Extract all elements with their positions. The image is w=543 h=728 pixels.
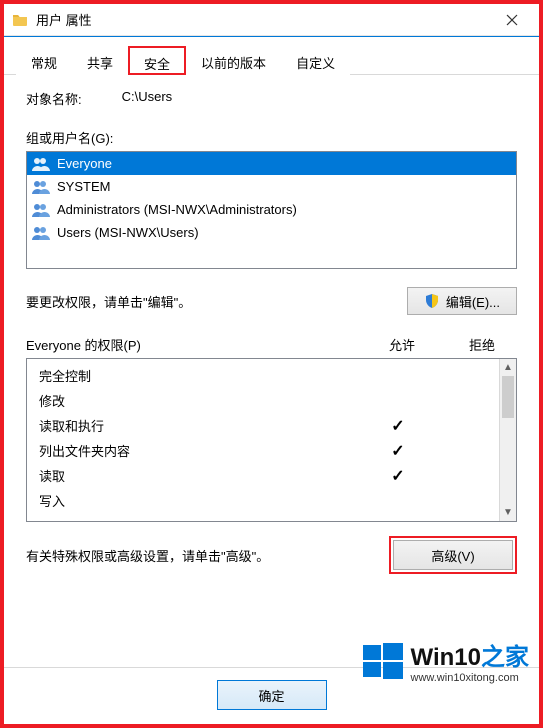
permission-row: 读取和执行 (33, 413, 493, 438)
list-item-text: Administrators (MSI-NWX\Administrators) (57, 202, 297, 217)
group-icon (31, 156, 51, 172)
edit-button[interactable]: 编辑(E)... (407, 287, 517, 315)
permission-name: 完全控制 (33, 366, 353, 385)
ok-button-label: 确定 (258, 686, 284, 705)
list-item-text: Users (MSI-NWX\Users) (57, 225, 199, 240)
permission-row: 读取 (33, 463, 493, 488)
permission-name: 读取 (33, 466, 353, 485)
deny-column-label: 拒绝 (447, 335, 517, 354)
properties-dialog: 用户 属性 常规 共享 安全 以前的版本 自定义 对象名称: C:\Users … (4, 4, 539, 724)
tab-sharing[interactable]: 共享 (72, 46, 128, 75)
scroll-up-button[interactable]: ▲ (500, 359, 516, 376)
permissions-scrollbar[interactable]: ▲ ▼ (499, 359, 516, 521)
advanced-row: 有关特殊权限或高级设置，请单击"高级"。 高级(V) (26, 536, 517, 574)
scroll-down-button[interactable]: ▼ (500, 504, 516, 521)
edit-row: 要更改权限，请单击"编辑"。 编辑(E)... (26, 287, 517, 315)
list-item-text: Everyone (57, 156, 112, 171)
list-item[interactable]: Users (MSI-NWX\Users) (27, 221, 516, 244)
permission-allow (353, 441, 443, 461)
permission-name: 列出文件夹内容 (33, 441, 353, 460)
object-name-label: 对象名称: (26, 89, 82, 108)
tab-content-security: 对象名称: C:\Users 组或用户名(G): Everyone SYSTEM (4, 75, 539, 667)
scroll-thumb[interactable] (502, 376, 514, 418)
title-text: 用户 属性 (36, 10, 489, 29)
tab-general[interactable]: 常规 (16, 46, 72, 75)
permission-name: 读取和执行 (33, 416, 353, 435)
list-item[interactable]: Administrators (MSI-NWX\Administrators) (27, 198, 516, 221)
object-name-value: C:\Users (122, 89, 173, 108)
ok-button[interactable]: 确定 (217, 680, 327, 710)
titlebar: 用户 属性 (4, 4, 539, 36)
permission-allow (353, 416, 443, 436)
permission-row: 完全控制 (33, 363, 493, 388)
list-item[interactable]: SYSTEM (27, 175, 516, 198)
advanced-hint: 有关特殊权限或高级设置，请单击"高级"。 (26, 546, 269, 565)
permissions-header: Everyone 的权限(P) 允许 拒绝 (26, 335, 517, 354)
permissions-title: Everyone 的权限(P) (26, 335, 357, 354)
permission-name: 修改 (33, 391, 353, 410)
shield-icon (424, 293, 440, 309)
edit-hint: 要更改权限，请单击"编辑"。 (26, 292, 191, 311)
list-item[interactable]: Everyone (27, 152, 516, 175)
permissions-scroll: 完全控制 修改 读取和执行 列出文件夹内容 (27, 359, 499, 521)
permission-allow (353, 466, 443, 486)
group-icon (31, 225, 51, 241)
close-button[interactable] (489, 5, 535, 35)
tab-security[interactable]: 安全 (128, 46, 186, 75)
advanced-highlight-box: 高级(V) (389, 536, 517, 574)
permission-row: 列出文件夹内容 (33, 438, 493, 463)
permission-name: 写入 (33, 491, 353, 510)
advanced-button-label: 高级(V) (431, 546, 474, 565)
dialog-buttons: 确定 (4, 667, 539, 724)
group-icon (31, 202, 51, 218)
highlight-frame: 用户 属性 常规 共享 安全 以前的版本 自定义 对象名称: C:\Users … (0, 0, 543, 728)
list-item-text: SYSTEM (57, 179, 110, 194)
permission-row: 修改 (33, 388, 493, 413)
object-name-row: 对象名称: C:\Users (26, 89, 517, 108)
allow-column-label: 允许 (357, 335, 447, 354)
edit-button-label: 编辑(E)... (446, 292, 500, 311)
scroll-track[interactable] (500, 418, 516, 504)
folder-icon (12, 12, 28, 28)
groups-label: 组或用户名(G): (26, 128, 517, 147)
permissions-listbox: 完全控制 修改 读取和执行 列出文件夹内容 (26, 358, 517, 522)
groups-listbox[interactable]: Everyone SYSTEM Administrators (MSI-NWX\… (26, 151, 517, 269)
group-icon (31, 179, 51, 195)
permission-row: 写入 (33, 488, 493, 513)
tab-customize[interactable]: 自定义 (281, 46, 350, 75)
advanced-button[interactable]: 高级(V) (393, 540, 513, 570)
tab-previous-versions[interactable]: 以前的版本 (186, 46, 281, 75)
tabstrip: 常规 共享 安全 以前的版本 自定义 (4, 37, 539, 75)
